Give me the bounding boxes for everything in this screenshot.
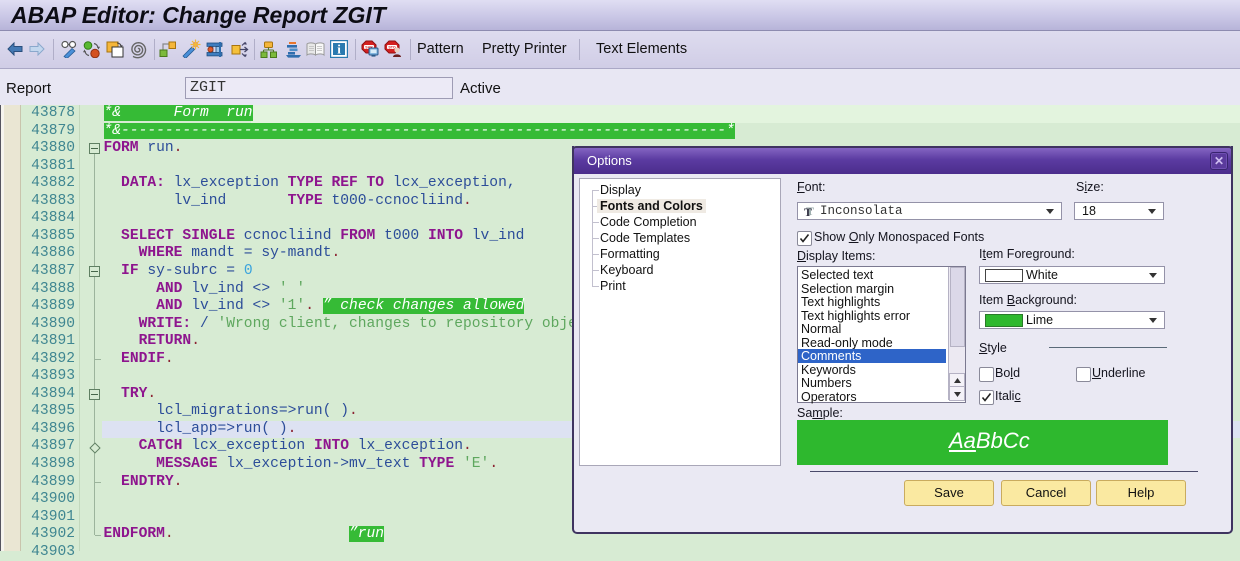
- svg-text:i: i: [337, 42, 341, 57]
